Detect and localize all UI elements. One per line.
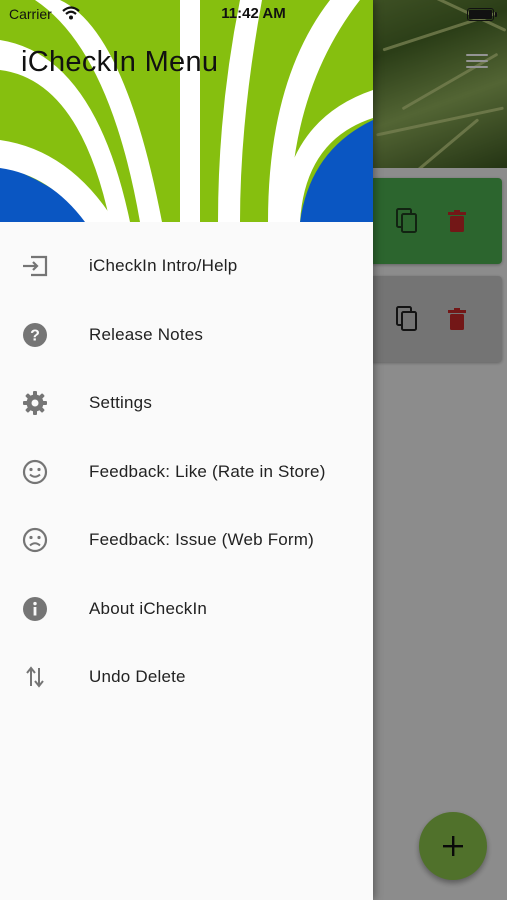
menu-item-release-notes[interactable]: ? Release Notes [0, 301, 373, 370]
gear-icon [21, 389, 49, 417]
header-logo-graphic [0, 0, 373, 222]
menu-item-label: Undo Delete [89, 667, 186, 687]
help-circle-icon: ? [21, 321, 49, 349]
smiley-sad-icon [21, 526, 49, 554]
menu-item-settings[interactable]: Settings [0, 369, 373, 438]
svg-text:?: ? [30, 327, 40, 344]
menu-item-label: Feedback: Issue (Web Form) [89, 530, 315, 550]
menu-item-label: About iCheckIn [89, 598, 208, 618]
menu-item-label: iCheckIn Intro/Help [89, 256, 238, 276]
status-bar: Carrier 11:42 AM [0, 0, 507, 28]
info-icon [21, 595, 49, 623]
smiley-happy-icon [21, 458, 49, 486]
menu-item-intro-help[interactable]: iCheckIn Intro/Help [0, 232, 373, 301]
swap-vertical-icon [21, 663, 49, 691]
menu-item-undo-delete[interactable]: Undo Delete [0, 643, 373, 712]
menu-item-label: Feedback: Like (Rate in Store) [89, 461, 326, 481]
status-time: 11:42 AM [221, 5, 286, 22]
navigation-drawer: iCheckIn Menu iCheckIn Intro/Help ? Rele… [0, 0, 373, 900]
menu-item-label: Settings [89, 393, 153, 413]
menu-item-about[interactable]: About iCheckIn [0, 575, 373, 644]
drawer-title: iCheckIn Menu [21, 46, 219, 78]
login-icon [21, 252, 49, 280]
drawer-menu-list: iCheckIn Intro/Help ? Release Notes Sett… [0, 232, 373, 712]
battery-icon [467, 8, 497, 21]
drawer-header: iCheckIn Menu [0, 0, 373, 222]
menu-item-feedback-issue[interactable]: Feedback: Issue (Web Form) [0, 506, 373, 575]
menu-item-feedback-like[interactable]: Feedback: Like (Rate in Store) [0, 438, 373, 507]
menu-item-label: Release Notes [89, 324, 204, 344]
